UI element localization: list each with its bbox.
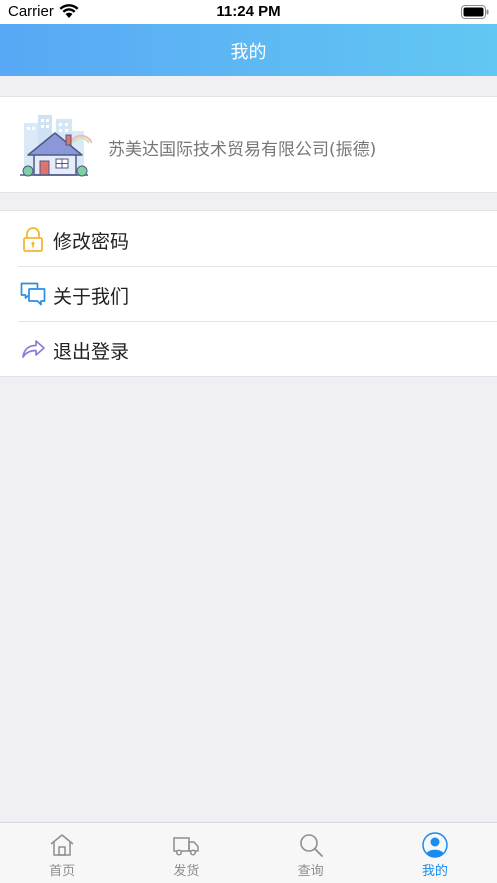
tab-label: 首页 <box>49 864 76 879</box>
tab-home[interactable]: 首页 <box>0 823 124 883</box>
navigation-bar: 我的 <box>0 24 497 76</box>
tab-bar: 首页 发货 查询 我的 <box>0 822 497 883</box>
tab-label: 发货 <box>173 864 200 879</box>
tab-label: 查询 <box>297 864 324 879</box>
home-icon <box>50 834 74 856</box>
share-arrow-icon <box>22 340 45 358</box>
profile-card: 苏美达国际技术贸易有限公司(振德) <box>0 96 497 193</box>
tab-mine[interactable]: 我的 <box>373 823 497 883</box>
menu-item-label: 修改密码 <box>53 231 130 253</box>
page-title: 我的 <box>230 42 267 63</box>
battery-icon <box>461 5 489 19</box>
chat-bubbles-icon <box>20 282 46 306</box>
tab-shipping[interactable]: 发货 <box>124 823 248 883</box>
menu-item-change-password[interactable]: 修改密码 <box>0 211 497 266</box>
truck-icon <box>173 837 200 856</box>
menu-item-about-us[interactable]: 关于我们 <box>0 266 497 321</box>
tab-query[interactable]: 查询 <box>249 823 373 883</box>
lock-icon <box>23 227 43 252</box>
user-icon <box>422 832 448 858</box>
menu-item-logout[interactable]: 退出登录 <box>0 321 497 376</box>
status-time: 11:24 PM <box>216 3 281 20</box>
tab-label: 我的 <box>421 864 448 879</box>
house-avatar-icon <box>20 115 92 177</box>
settings-menu: 修改密码 关于我们 退出登录 <box>0 210 497 377</box>
menu-item-label: 关于我们 <box>53 286 130 308</box>
company-name: 苏美达国际技术贸易有限公司(振德) <box>108 140 377 160</box>
menu-item-label: 退出登录 <box>53 341 130 363</box>
status-bar: Carrier 11:24 PM <box>0 0 497 24</box>
search-icon <box>299 834 323 857</box>
